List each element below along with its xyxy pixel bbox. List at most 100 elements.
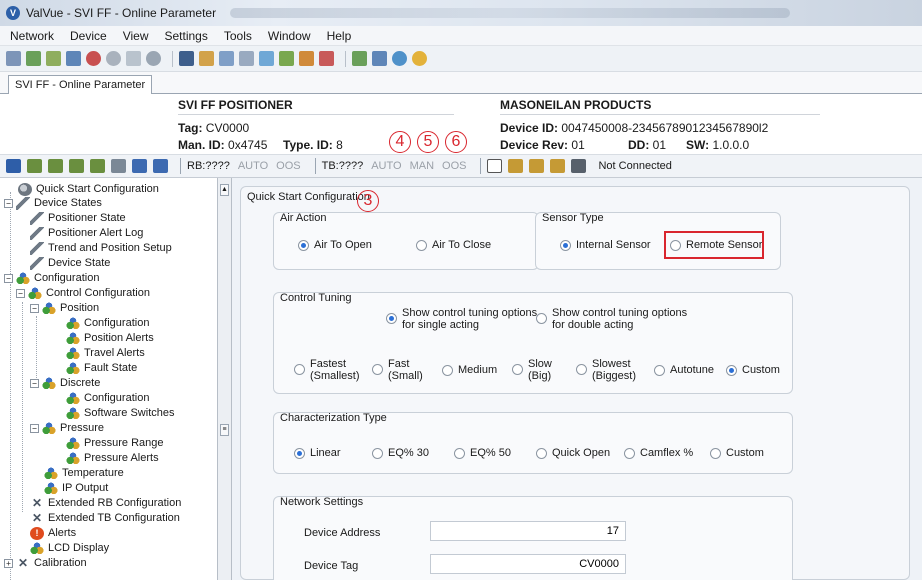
menu-view[interactable]: View	[123, 29, 149, 43]
tree-item-pressure[interactable]: − Pressure	[30, 421, 104, 435]
graph-dropdown-icon[interactable]	[111, 159, 126, 173]
radio-air-to-close[interactable]: Air To Close	[416, 239, 491, 251]
export-icon[interactable]	[299, 51, 314, 66]
scan-icon[interactable]	[26, 51, 41, 66]
collapse-icon[interactable]: −	[4, 273, 13, 283]
tree-item-device-states[interactable]: − Device States	[4, 196, 102, 210]
radio-slow[interactable]: Slow (Big)	[512, 358, 552, 382]
device-address-input[interactable]	[430, 521, 626, 541]
database-icon[interactable]	[571, 159, 587, 173]
radio-fast[interactable]: Fast (Small)	[372, 358, 423, 382]
tree-item-configuration[interactable]: − Configuration	[4, 271, 99, 285]
radio-eq30[interactable]: EQ% 30	[372, 447, 429, 459]
connect-icon[interactable]	[352, 51, 367, 66]
menu-device[interactable]: Device	[70, 29, 107, 43]
tree-item-fault-state[interactable]: Fault State	[66, 361, 137, 375]
folder-icon[interactable]	[508, 159, 524, 173]
device-icon[interactable]	[46, 51, 61, 66]
tools-icon[interactable]	[239, 51, 254, 66]
tree-item-extended-tb-configuration[interactable]: ✕ Extended TB Configuration	[30, 511, 180, 525]
expand-icon[interactable]: +	[4, 558, 13, 568]
tab-svi-ff-online-parameter[interactable]: SVI FF - Online Parameter	[8, 75, 153, 94]
tb-man-button[interactable]: MAN	[410, 160, 434, 172]
chart-icon[interactable]	[199, 51, 214, 66]
refresh-icon[interactable]	[126, 51, 141, 66]
collapse-icon[interactable]: −	[30, 378, 39, 388]
tree-item-position[interactable]: − Position	[30, 301, 99, 315]
tree-item-quick-start[interactable]: Quick Start Configuration	[18, 182, 159, 196]
grid-icon[interactable]	[179, 51, 194, 66]
network-icon[interactable]	[6, 51, 21, 66]
report-icon[interactable]	[279, 51, 294, 66]
trend-icon[interactable]	[259, 51, 274, 66]
settings-icon[interactable]	[550, 159, 566, 173]
device-list-icon[interactable]	[66, 51, 81, 66]
radio-camflex[interactable]: Camflex %	[624, 447, 693, 459]
radio-double-acting[interactable]: Show control tuning options for double ac…	[536, 307, 687, 331]
radio-slowest[interactable]: Slowest (Biggest)	[576, 358, 636, 382]
tree-item-lcd-display[interactable]: LCD Display	[30, 541, 109, 555]
tree-item-positioner-alert-log[interactable]: Positioner Alert Log	[30, 226, 143, 240]
collapse-icon[interactable]: −	[30, 423, 39, 433]
tree-item-software-switches[interactable]: Software Switches	[66, 406, 174, 420]
config-icon[interactable]	[529, 159, 545, 173]
collapse-icon[interactable]: −	[16, 288, 25, 298]
record-icon[interactable]	[86, 51, 101, 66]
tb-auto-button[interactable]: AUTO	[371, 160, 401, 172]
radio-internal-sensor[interactable]: Internal Sensor	[560, 239, 651, 251]
download-icon[interactable]	[48, 159, 63, 173]
tree-item-travel-alerts[interactable]: Travel Alerts	[66, 346, 145, 360]
help-icon[interactable]	[412, 51, 427, 66]
radio-single-acting[interactable]: Show control tuning options for single ac…	[386, 307, 537, 331]
radio-fastest[interactable]: Fastest (Smallest)	[294, 358, 360, 382]
window-icon[interactable]	[132, 159, 147, 173]
radio-autotune[interactable]: Autotune	[654, 364, 714, 376]
tree-item-alerts[interactable]: ! Alerts	[30, 526, 76, 540]
tree-item-device-state[interactable]: Device State	[30, 256, 110, 270]
tree-item-temperature[interactable]: Temperature	[44, 466, 124, 480]
monitor-icon[interactable]	[372, 51, 387, 66]
stop-icon[interactable]	[106, 51, 121, 66]
rb-oos-button[interactable]: OOS	[276, 160, 300, 172]
radio-air-to-open[interactable]: Air To Open	[298, 239, 372, 251]
tree-item-discrete-configuration[interactable]: Configuration	[66, 391, 149, 405]
tb-oos-button[interactable]: OOS	[442, 160, 466, 172]
menu-help[interactable]: Help	[327, 29, 352, 43]
compare-icon[interactable]	[69, 159, 84, 173]
tree-item-control-configuration[interactable]: − Control Configuration	[16, 286, 150, 300]
tree-item-position-configuration[interactable]: Configuration	[66, 316, 149, 330]
upload-icon[interactable]	[27, 159, 42, 173]
splitter-grip-icon[interactable]: ≡	[220, 424, 229, 436]
sync-icon[interactable]	[90, 159, 105, 173]
panel-splitter[interactable]: ▲ ≡	[218, 178, 232, 580]
menu-tools[interactable]: Tools	[224, 29, 252, 43]
tree-item-pressure-range[interactable]: Pressure Range	[66, 436, 164, 450]
radio-custom-characterization[interactable]: Custom	[710, 447, 764, 459]
zoom-icon[interactable]	[487, 159, 503, 173]
tree-item-extended-rb-configuration[interactable]: ✕ Extended RB Configuration	[30, 496, 181, 510]
scroll-up-icon[interactable]: ▲	[220, 184, 229, 196]
tree-item-discrete[interactable]: − Discrete	[30, 376, 100, 390]
menu-window[interactable]: Window	[268, 29, 311, 43]
tree-item-position-alerts[interactable]: Position Alerts	[66, 331, 154, 345]
radio-linear[interactable]: Linear	[294, 447, 341, 459]
tree-item-calibration[interactable]: + ✕ Calibration	[4, 556, 87, 570]
globe-icon[interactable]	[392, 51, 407, 66]
radio-quick-open[interactable]: Quick Open	[536, 447, 610, 459]
collapse-icon[interactable]: −	[4, 198, 13, 208]
rb-auto-button[interactable]: AUTO	[238, 160, 268, 172]
radio-eq50[interactable]: EQ% 50	[454, 447, 511, 459]
import-icon[interactable]	[319, 51, 334, 66]
radio-medium[interactable]: Medium	[442, 364, 497, 376]
tree-item-ip-output[interactable]: IP Output	[44, 481, 108, 495]
tree-item-pressure-alerts[interactable]: Pressure Alerts	[66, 451, 159, 465]
menu-network[interactable]: Network	[10, 29, 54, 43]
radio-custom-tuning[interactable]: Custom	[726, 364, 780, 376]
tree-item-trend-position-setup[interactable]: Trend and Position Setup	[30, 241, 172, 255]
panel-icon[interactable]	[153, 159, 168, 173]
filter-icon[interactable]	[219, 51, 234, 66]
save-icon[interactable]	[6, 159, 21, 173]
view-icon[interactable]	[146, 51, 161, 66]
tree-item-positioner-state[interactable]: Positioner State	[30, 211, 126, 225]
collapse-icon[interactable]: −	[30, 303, 39, 313]
